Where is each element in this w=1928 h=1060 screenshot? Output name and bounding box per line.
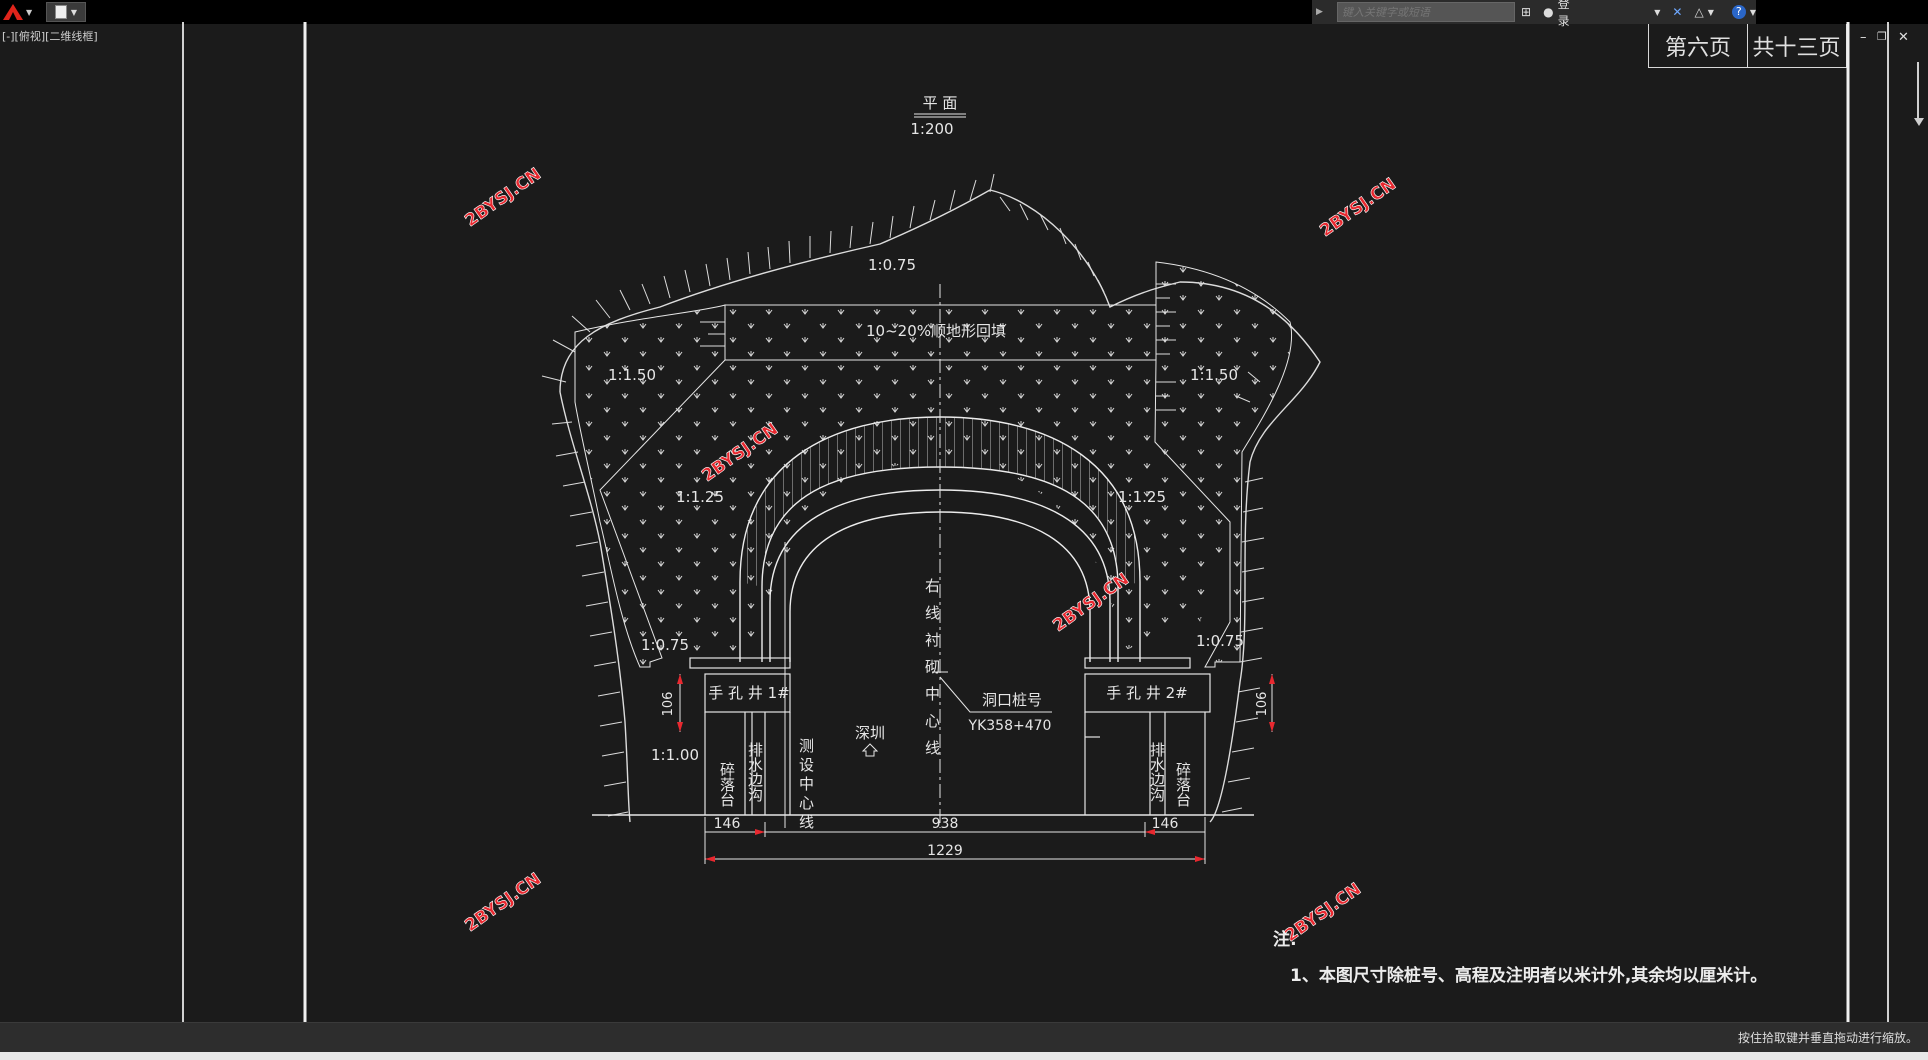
- drawing-canvas[interactable]: 平 面 1:200 1:0.75 10~20%顺地形回填 1:1.50 1:1.…: [0, 22, 1928, 1022]
- chevron-down-icon: ▼: [70, 7, 78, 17]
- autodesk-icon[interactable]: △ ▼: [1694, 5, 1713, 19]
- plan-scale: 1:200: [910, 120, 953, 138]
- portal-label: 洞口桩号: [982, 691, 1042, 709]
- backfill-label: 10~20%顺地形回填: [866, 322, 1006, 340]
- watermark: 2BYSJ.CN: [461, 164, 544, 231]
- dimension-146-right: 146: [1152, 816, 1179, 832]
- backfill-region-center: [600, 360, 1230, 658]
- watermark: 2BYSJ.CN: [461, 869, 544, 936]
- bottom-edge: [0, 1052, 1928, 1060]
- dimension-938: 938: [932, 816, 959, 832]
- quick-access-button[interactable]: ▼: [46, 2, 86, 22]
- slope-label-mid-right: 1:1.25: [1118, 488, 1166, 506]
- drain-right-label: 排水边沟: [1148, 742, 1166, 803]
- dimension-1229: 1229: [927, 843, 963, 859]
- survey-center-line-label: 测设中心线: [797, 738, 815, 833]
- drain-left-label: 排水边沟: [746, 742, 764, 803]
- direction-arrow-icon: [861, 743, 879, 757]
- note-1: 1、本图尺寸除桩号、高程及注明者以米计外,其余均以厘米计。: [1290, 965, 1767, 986]
- chevron-down-icon: ▼: [26, 7, 33, 17]
- platform-left-label: 碎落台: [718, 762, 736, 807]
- hand-well-2-label: 手 孔 井 2#: [1106, 684, 1187, 702]
- user-icon: ●: [1543, 5, 1554, 19]
- exchange-icon[interactable]: ✕: [1672, 5, 1682, 19]
- dimension-106-right: 106: [1255, 692, 1270, 717]
- slope-label-upper-left: 1:1.50: [608, 366, 656, 384]
- slope-label-upper-right: 1:1.50: [1190, 366, 1238, 384]
- autocad-logo-icon: [3, 4, 23, 20]
- binoculars-icon[interactable]: ⊞: [1521, 5, 1531, 19]
- search-bar: ▶ ⊞ ● 登录 ▼ ✕ △▼ ?▼: [1312, 0, 1756, 28]
- slope-label-top: 1:0.75: [868, 256, 916, 274]
- slope-label-low-right: 1:0.75: [1196, 632, 1244, 650]
- scroll-arrow-icon[interactable]: [1914, 118, 1924, 126]
- hand-well-1-label: 手 孔 井 1#: [708, 684, 789, 702]
- watermark: 2BYSJ.CN: [1281, 879, 1364, 946]
- search-input[interactable]: [1336, 2, 1516, 22]
- direction-label: 深圳: [855, 724, 885, 742]
- status-hint: 按住拾取键并垂直拖动进行缩放。: [1737, 1031, 1918, 1045]
- dimension-146-left: 146: [714, 816, 741, 832]
- expand-arrow-icon[interactable]: ▶: [1316, 7, 1323, 17]
- platform-right-label: 碎落台: [1174, 762, 1192, 807]
- portal-station: YK358+470: [968, 718, 1052, 734]
- slope-label-mid-left: 1:1.25: [676, 488, 724, 506]
- plan-title: 平 面: [923, 94, 958, 112]
- left-side-structures: [689, 657, 791, 815]
- slope-label-bottom-left: 1:1.00: [651, 746, 699, 764]
- lining-center-line-label: 右线衬砌中心线: [923, 578, 941, 767]
- watermark: 2BYSJ.CN: [1316, 174, 1399, 241]
- slope-label-low-left: 1:0.75: [641, 636, 689, 654]
- help-icon[interactable]: ? ▼: [1731, 5, 1756, 19]
- top-toolbar: ▼ ▼ ▶ ⊞ ● 登录 ▼ ✕ △▼ ?▼: [0, 0, 1928, 28]
- dimension-106-left: 106: [661, 692, 676, 717]
- chevron-down-icon: ▼: [1654, 7, 1661, 17]
- application-menu-button[interactable]: ▼: [2, 2, 40, 22]
- status-bar: 按住拾取键并垂直拖动进行缩放。: [0, 1022, 1928, 1053]
- document-icon: [54, 5, 67, 19]
